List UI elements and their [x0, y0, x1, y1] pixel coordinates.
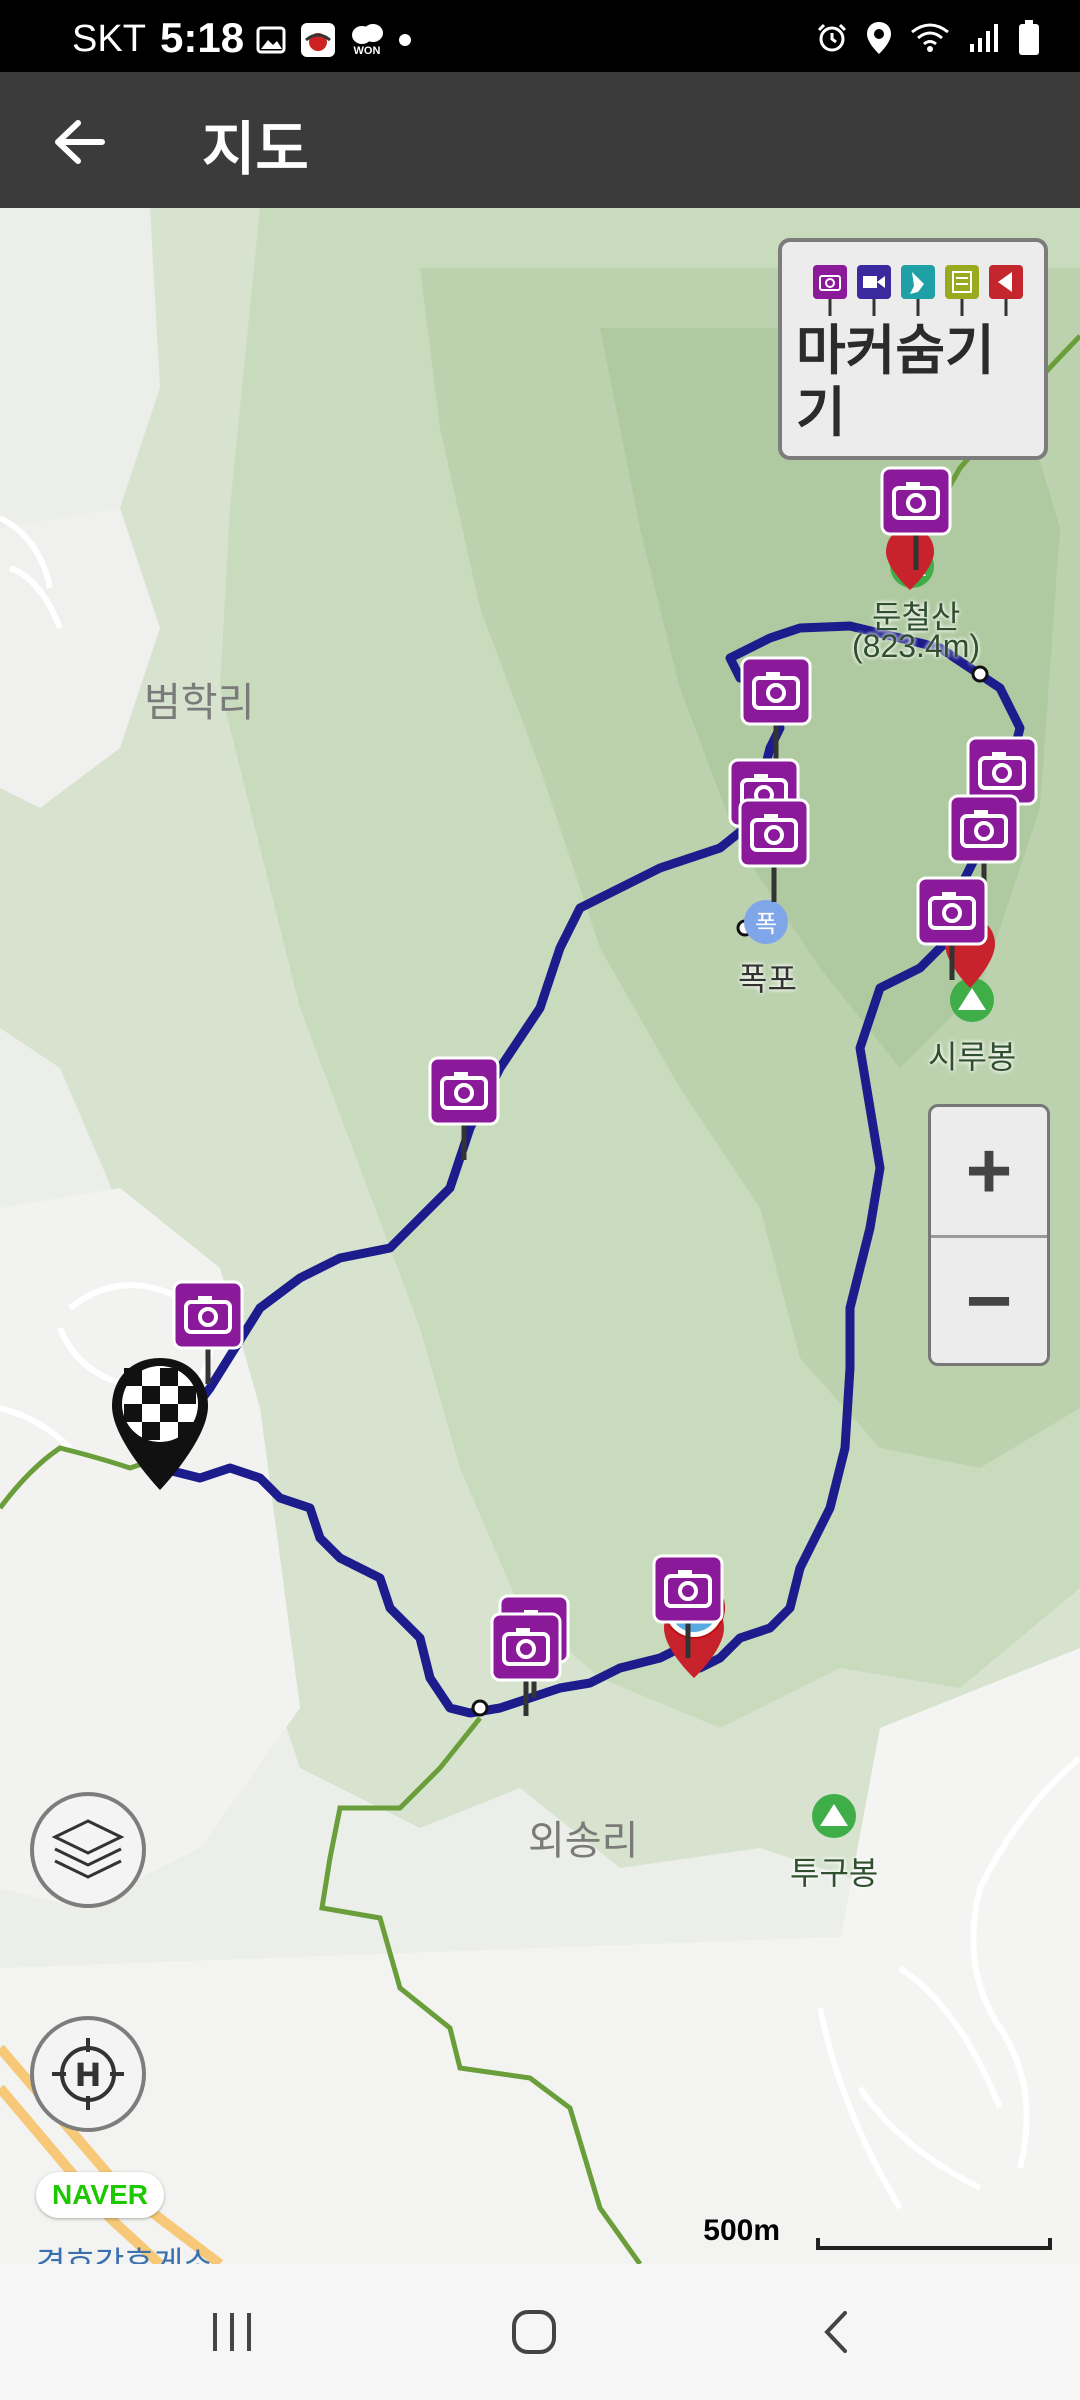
alarm-icon — [817, 23, 847, 52]
dot-icon — [399, 34, 411, 46]
page-title: 지도 — [202, 117, 309, 182]
camera-icon — [813, 265, 847, 316]
camera-icon — [740, 656, 812, 760]
naver-logo: NAVER — [36, 2172, 164, 2218]
home-button[interactable] — [484, 2294, 584, 2370]
camera-marker[interactable] — [880, 466, 952, 577]
layers-button[interactable] — [30, 1792, 146, 1908]
signal-icon — [970, 24, 998, 52]
waterfall-label: 폭포 — [738, 961, 797, 997]
peak-label-duncheol-alt: (823.4m) — [852, 628, 981, 664]
camera-icon — [916, 876, 988, 980]
camera-marker[interactable] — [652, 1554, 724, 1665]
zoom-out-button[interactable]: − — [931, 1237, 1047, 1365]
camera-icon — [428, 1056, 500, 1160]
arrow-left-icon — [55, 120, 105, 164]
marker-hide-button[interactable]: 마커숨기기 — [778, 238, 1048, 460]
pin-icon — [901, 265, 935, 316]
flag-icon — [989, 265, 1023, 316]
won-label: WON — [353, 45, 381, 57]
map-scale: 500m — [703, 2214, 1052, 2254]
scale-bar — [816, 2238, 1052, 2250]
gallery-icon — [256, 26, 286, 54]
camera-marker[interactable] — [738, 798, 810, 909]
status-bar: SKT 5:18 WON — [0, 0, 1080, 72]
camera-icon — [880, 466, 952, 570]
layers-icon — [51, 1819, 125, 1879]
place-label-rest-area: 경호강휴게소 — [36, 2245, 213, 2264]
home-icon — [512, 2310, 556, 2354]
system-nav-bar — [0, 2264, 1080, 2400]
zoom-in-button[interactable]: + — [931, 1107, 1047, 1238]
home-location-button[interactable]: H — [30, 2016, 146, 2132]
app-notification-icon — [301, 23, 335, 57]
camera-icon — [490, 1612, 562, 1716]
peak-label-tugu: 투구봉 — [790, 1855, 879, 1891]
note-icon — [945, 265, 979, 316]
system-icons — [816, 20, 1040, 56]
svg-text:H: H — [75, 2056, 102, 2094]
notification-icons: WON — [256, 22, 412, 58]
home-location-icon: H — [52, 2038, 124, 2110]
camera-marker[interactable] — [740, 656, 812, 767]
scale-label: 500m — [703, 2214, 780, 2247]
camera-icon — [652, 1554, 724, 1658]
map-view[interactable]: 폭 범학리 외송리 둔철산 (823.4m) 시루봉 투구봉 폭포 마커숨기기 … — [0, 208, 1080, 2264]
recent-apps-button[interactable] — [182, 2294, 282, 2370]
app-bar: 지도 — [0, 72, 1080, 208]
place-label-beomhak: 범학리 — [144, 681, 255, 725]
marker-hide-label: 마커숨기기 — [796, 321, 995, 443]
location-icon — [867, 22, 891, 54]
camera-marker[interactable] — [490, 1612, 562, 1723]
battery-icon — [1019, 20, 1039, 55]
place-label-oesong: 외송리 — [528, 1819, 639, 1863]
camera-icon — [738, 798, 810, 902]
marker-type-icons — [812, 264, 1024, 316]
system-back-button[interactable] — [786, 2294, 886, 2370]
back-button[interactable] — [40, 106, 120, 178]
wifi-icon — [911, 23, 949, 52]
camera-marker[interactable] — [172, 1280, 244, 1391]
zoom-controls: + − — [928, 1104, 1050, 1366]
camera-marker[interactable] — [428, 1056, 500, 1167]
clock: 5:18 — [160, 14, 245, 61]
camera-icon — [172, 1280, 244, 1384]
peak-label-siru: 시루봉 — [928, 1039, 1017, 1075]
recent-apps-icon — [213, 2313, 251, 2351]
carrier-label: SKT — [72, 18, 146, 60]
won-icon: WON — [350, 23, 384, 57]
back-icon — [824, 2311, 847, 2353]
svg-text:폭: 폭 — [755, 910, 777, 938]
video-icon — [857, 265, 891, 316]
camera-marker[interactable] — [916, 876, 988, 987]
